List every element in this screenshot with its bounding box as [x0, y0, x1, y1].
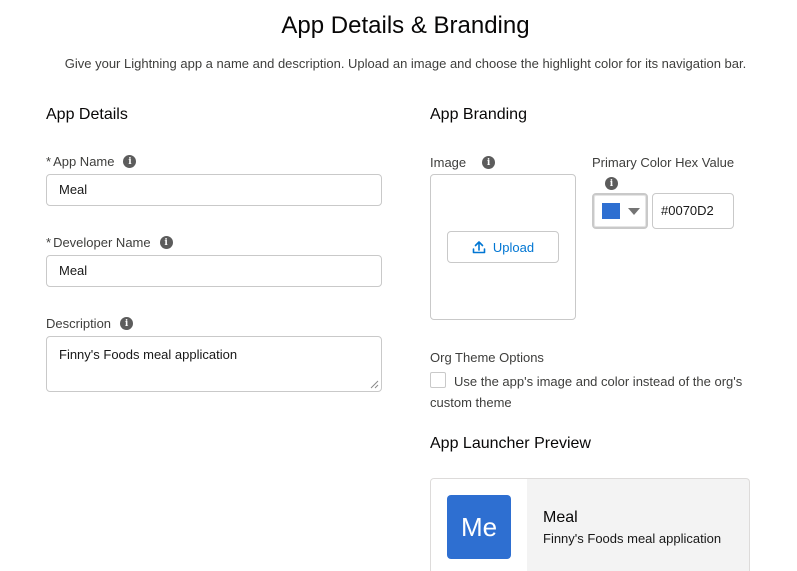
app-name-input[interactable]: Meal: [46, 174, 382, 206]
required-marker: *: [46, 154, 52, 169]
image-label-text: Image: [430, 155, 467, 170]
description-value: Finny's Foods meal application: [59, 347, 238, 362]
preview-tile-area: Me: [431, 479, 527, 571]
description-label: Description i: [46, 316, 134, 331]
developer-name-input[interactable]: Meal: [46, 255, 382, 287]
required-marker: *: [46, 235, 52, 250]
info-icon[interactable]: i: [123, 155, 137, 168]
page-title: App Details & Branding: [281, 12, 530, 39]
chevron-down-icon: [628, 208, 640, 215]
app-details-branding-page: App Details & Branding Give your Lightni…: [0, 0, 797, 571]
upload-button[interactable]: Upload: [447, 231, 559, 263]
app-tile: Me: [447, 495, 511, 559]
image-label: Image i: [430, 155, 496, 170]
upload-button-label: Upload: [492, 239, 535, 255]
org-theme-label: Org Theme Options: [430, 350, 544, 365]
org-theme-checkbox-label[interactable]: Use the app's image and color instead of…: [430, 371, 770, 413]
info-icon[interactable]: i: [120, 317, 134, 330]
preview-app-name: Meal: [543, 509, 578, 526]
developer-name-label: * Developer Name i: [46, 235, 173, 250]
app-launcher-preview-card: Me Meal Finny's Foods meal application: [430, 478, 750, 571]
primary-color-label: Primary Color Hex Value: [592, 155, 735, 170]
info-icon[interactable]: i: [605, 177, 618, 190]
description-label-text: Description: [46, 316, 112, 331]
resize-grip-icon[interactable]: [370, 380, 379, 389]
app-name-label-text: App Name: [53, 154, 115, 169]
image-dropzone: Upload: [430, 174, 576, 320]
app-branding-heading: App Branding: [430, 106, 527, 123]
color-swatch: [602, 203, 620, 219]
info-icon[interactable]: i: [159, 236, 173, 249]
preview-app-description: Finny's Foods meal application: [543, 531, 722, 546]
description-textarea[interactable]: Finny's Foods meal application: [46, 336, 382, 392]
hex-value-input[interactable]: #0070D2: [652, 193, 734, 229]
app-details-heading: App Details: [46, 106, 128, 123]
app-launcher-preview-heading: App Launcher Preview: [430, 435, 591, 452]
info-icon[interactable]: i: [482, 156, 496, 169]
upload-icon: [472, 241, 486, 254]
color-picker-button[interactable]: [592, 193, 648, 229]
app-name-label: * App Name i: [46, 154, 137, 169]
developer-name-label-text: Developer Name: [53, 235, 151, 250]
page-subtitle: Give your Lightning app a name and descr…: [64, 56, 747, 71]
